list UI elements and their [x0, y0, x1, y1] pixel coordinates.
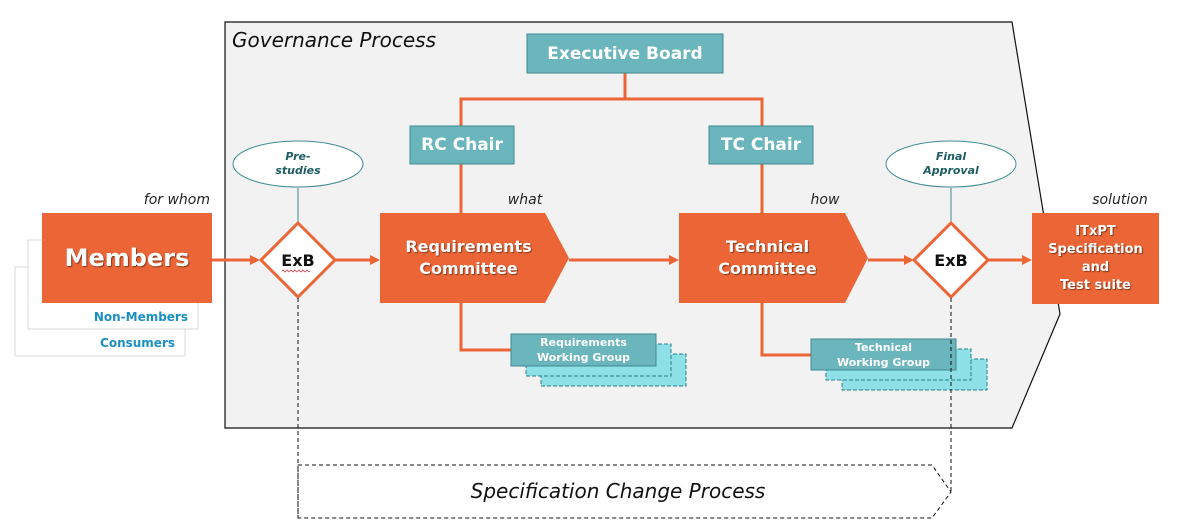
pre-studies-label: Pre- studies — [275, 150, 321, 177]
rc-chair-label: RC Chair — [421, 135, 503, 155]
exb-left-label: ExB — [281, 250, 315, 270]
label-how: how — [810, 192, 840, 208]
technical-working-group-label: Technical Working Group — [836, 340, 931, 369]
panel-title: Governance Process — [232, 28, 437, 52]
label-solution: solution — [1092, 192, 1148, 208]
non-members-label: Non-Members — [93, 310, 188, 324]
spec-change-process-label: Specification Change Process — [470, 479, 766, 503]
solution-label: ITxPT Specification and Test suite — [1048, 223, 1143, 293]
consumers-label: Consumers — [100, 336, 175, 350]
members-label: Members — [64, 244, 190, 272]
tc-chair-label: TC Chair — [720, 135, 802, 155]
final-approval-label: Final Approval — [923, 150, 979, 177]
technical-committee-label: Technical Committee — [718, 237, 817, 278]
label-what: what — [507, 192, 543, 208]
requirements-working-group-label: Requirements Working Group — [536, 336, 631, 364]
requirements-committee-label: Requirements Committee — [405, 237, 532, 278]
exb-right-label: ExB — [934, 250, 968, 270]
executive-board-label: Executive Board — [547, 43, 703, 64]
label-for-whom: for whom — [143, 192, 210, 208]
